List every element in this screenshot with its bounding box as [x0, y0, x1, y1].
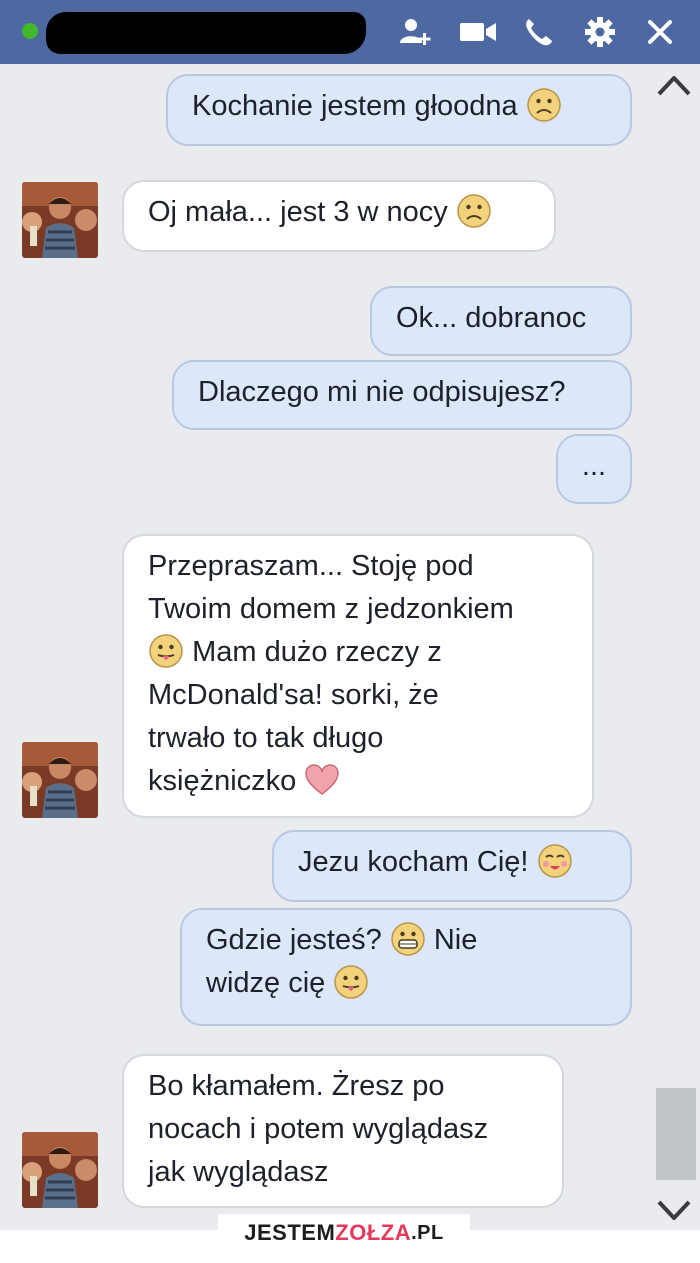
avatar[interactable]: [22, 182, 98, 258]
frown-emoji-icon: [526, 88, 561, 122]
watermark-part: ZOŁZA: [335, 1220, 412, 1245]
message-text: Kochanie jestem głoodna: [192, 90, 518, 122]
message-sent[interactable]: Jezu kocham Cię!: [272, 830, 632, 902]
message-text: ...: [581, 450, 607, 482]
message-line: trwało to tak długo: [148, 722, 384, 754]
message-line: księżniczko: [148, 760, 568, 803]
tongue-emoji-icon: [334, 965, 369, 999]
watermark-part: JESTEM: [244, 1220, 336, 1245]
message-line: McDonald'sa! sorki, że: [148, 679, 439, 711]
online-status-icon: [22, 23, 38, 39]
watermark-part: .PL: [411, 1221, 444, 1244]
avatar[interactable]: [22, 1132, 98, 1208]
message-text: widzę cię: [206, 967, 326, 999]
gear-icon[interactable]: [580, 14, 620, 50]
heart-emoji-icon: [305, 764, 340, 795]
message-sent[interactable]: Dlaczego mi nie odpisujesz?: [172, 360, 632, 430]
scroll-up-icon[interactable]: [656, 72, 692, 98]
video-call-icon[interactable]: [458, 14, 498, 50]
message-text: Mam dużo rzeczy z: [192, 636, 442, 668]
kiss-emoji-icon: [537, 844, 572, 878]
message-text: Ok... dobranoc: [396, 302, 587, 334]
watermark-logo: JESTEM ZOŁZA .PL: [218, 1214, 470, 1252]
message-received[interactable]: Przepraszam... Stoję pod Twoim domem z j…: [122, 534, 594, 818]
tongue-emoji-icon: [149, 634, 183, 668]
message-line: widzę cię: [206, 962, 606, 1005]
frown-emoji-icon: [457, 194, 491, 228]
message-sent[interactable]: ...: [556, 434, 632, 504]
message-line: Bo kłamałem. Żresz po: [148, 1070, 445, 1102]
message-received[interactable]: Oj mała... jest 3 w nocy: [122, 180, 556, 252]
message-sent[interactable]: Kochanie jestem głoodna: [166, 74, 632, 146]
message-text: Oj mała... jest 3 w nocy: [148, 196, 448, 228]
close-icon[interactable]: [640, 14, 680, 50]
message-sent[interactable]: Gdzie jesteś? Nie widzę cię: [180, 908, 632, 1026]
message-line: Gdzie jesteś? Nie: [206, 919, 606, 962]
message-sent[interactable]: Ok... dobranoc: [370, 286, 632, 356]
phone-icon[interactable]: [518, 14, 558, 50]
scroll-down-icon[interactable]: [656, 1198, 692, 1224]
message-received[interactable]: Bo kłamałem. Żresz po nocach i potem wyg…: [122, 1054, 564, 1208]
avatar[interactable]: [22, 742, 98, 818]
contact-name-redacted[interactable]: [46, 12, 366, 54]
message-line: jak wyglądasz: [148, 1156, 329, 1188]
chat-header: [0, 0, 700, 64]
message-line: Przepraszam... Stoję pod: [148, 550, 474, 582]
scrollbar-thumb[interactable]: [656, 1088, 696, 1180]
message-text: Gdzie jesteś?: [206, 924, 382, 956]
message-text: księżniczko: [148, 765, 297, 797]
message-thread[interactable]: Kochanie jestem głoodna Oj mała... jest …: [0, 64, 700, 1230]
message-text: Nie: [433, 924, 478, 956]
message-text: Dlaczego mi nie odpisujesz?: [198, 376, 566, 408]
message-line: Twoim domem z jedzonkiem: [148, 593, 514, 625]
message-line: nocach i potem wyglądasz: [148, 1113, 489, 1145]
add-friend-icon[interactable]: [396, 14, 436, 50]
grin-emoji-icon: [391, 922, 425, 956]
message-text: Jezu kocham Cię!: [298, 846, 529, 878]
message-line: Mam dużo rzeczy z: [148, 631, 568, 674]
